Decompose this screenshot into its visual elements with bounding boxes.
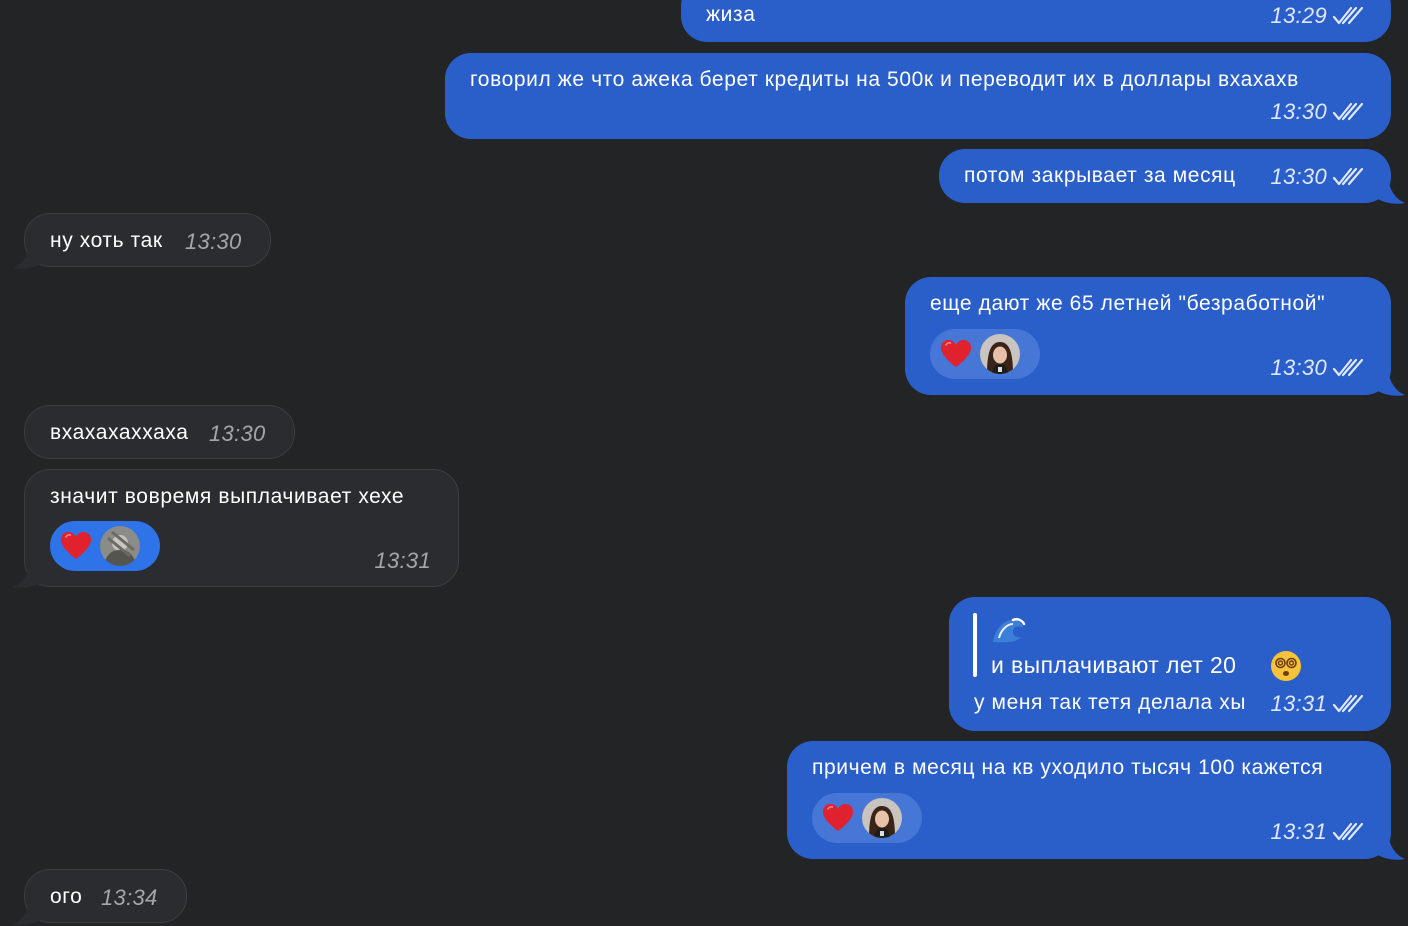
incoming-message[interactable]: значит вовремя выплачивает хехе 13:31 [24, 469, 459, 587]
message-text: ну хоть так [50, 229, 163, 252]
avatar [862, 798, 902, 838]
message-meta: 13:29 [1270, 3, 1364, 29]
message-meta: 13:30 [1270, 99, 1364, 125]
message-meta: 13:30 [1270, 164, 1364, 190]
quote-bar [973, 613, 977, 677]
message-time: 13:30 [185, 229, 242, 254]
incoming-message[interactable]: вхахахаххаха 13:30 [24, 405, 295, 459]
bubble-tail [1375, 175, 1405, 205]
message-time: 13:29 [1270, 3, 1327, 28]
message-text: причем в месяц на кв уходило тысяч 100 к… [812, 756, 1324, 779]
heart-icon [822, 803, 854, 833]
message-text: потом закрывает за месяц [964, 164, 1236, 187]
bubble-tail [13, 559, 43, 589]
reaction-chip[interactable] [812, 793, 922, 843]
message-text: еще дают же 65 летней "безработной" [930, 292, 1326, 315]
outgoing-message[interactable]: и выплачивают лет 20 у меня так тетя дел… [949, 597, 1391, 731]
message-time: 13:34 [101, 885, 158, 910]
message-text: значит вовремя выплачивает хехе [50, 485, 405, 508]
dizzy-face-emoji-icon [1270, 650, 1302, 682]
outgoing-message[interactable]: еще дают же 65 летней "безработной" 13:3… [905, 277, 1391, 395]
double-check-icon [1332, 6, 1364, 26]
message-meta: 13:31 [1270, 691, 1364, 717]
incoming-message[interactable]: ого 13:34 [24, 869, 187, 923]
quote-text: и выплачивают лет 20 [991, 652, 1237, 678]
message-meta: 13:31 [374, 548, 431, 574]
bubble-tail [13, 896, 43, 926]
heart-icon [60, 531, 92, 561]
message-time: 13:30 [1270, 164, 1327, 189]
message-text: ого [50, 885, 83, 908]
double-check-icon [1332, 694, 1364, 714]
outgoing-message[interactable]: потом закрывает за месяц 13:30 [939, 149, 1391, 203]
reaction-chip[interactable] [50, 521, 160, 571]
outgoing-message[interactable]: говорил же что ажека берет кредиты на 50… [445, 53, 1391, 139]
message-text: говорил же что ажека берет кредиты на 50… [470, 68, 1299, 91]
message-meta: 13:30 [1270, 355, 1364, 381]
message-time: 13:30 [209, 421, 266, 446]
double-check-icon [1332, 102, 1364, 122]
heart-icon [940, 339, 972, 369]
bubble-tail [1375, 367, 1405, 397]
message-text: у меня так тетя делала хы [974, 691, 1247, 714]
message-meta: 13:30 [209, 421, 266, 447]
avatar [100, 526, 140, 566]
message-time: 13:30 [1270, 355, 1327, 380]
message-text: вхахахаххаха [50, 421, 189, 444]
bubble-tail [1375, 831, 1405, 861]
double-check-icon [1332, 167, 1364, 187]
message-time: 13:30 [1270, 99, 1327, 124]
incoming-message[interactable]: ну хоть так 13:30 [24, 213, 271, 267]
wave-emoji-icon [991, 616, 1027, 644]
message-text: жиза [706, 3, 756, 26]
outgoing-message[interactable]: жиза 13:29 [681, 0, 1391, 42]
outgoing-message[interactable]: причем в месяц на кв уходило тысяч 100 к… [787, 741, 1391, 859]
message-time: 13:31 [1270, 819, 1327, 844]
message-meta: 13:30 [185, 229, 242, 255]
message-meta: 13:31 [1270, 819, 1364, 845]
message-time: 13:31 [1270, 691, 1327, 716]
double-check-icon [1332, 822, 1364, 842]
message-meta: 13:34 [101, 885, 158, 911]
avatar [980, 334, 1020, 374]
chat-window: { "messages": [ {"id":"m1","dir":"out","… [0, 0, 1408, 926]
bubble-tail [13, 240, 43, 270]
message-time: 13:31 [374, 548, 431, 573]
double-check-icon [1332, 358, 1364, 378]
reaction-chip[interactable] [930, 329, 1040, 379]
